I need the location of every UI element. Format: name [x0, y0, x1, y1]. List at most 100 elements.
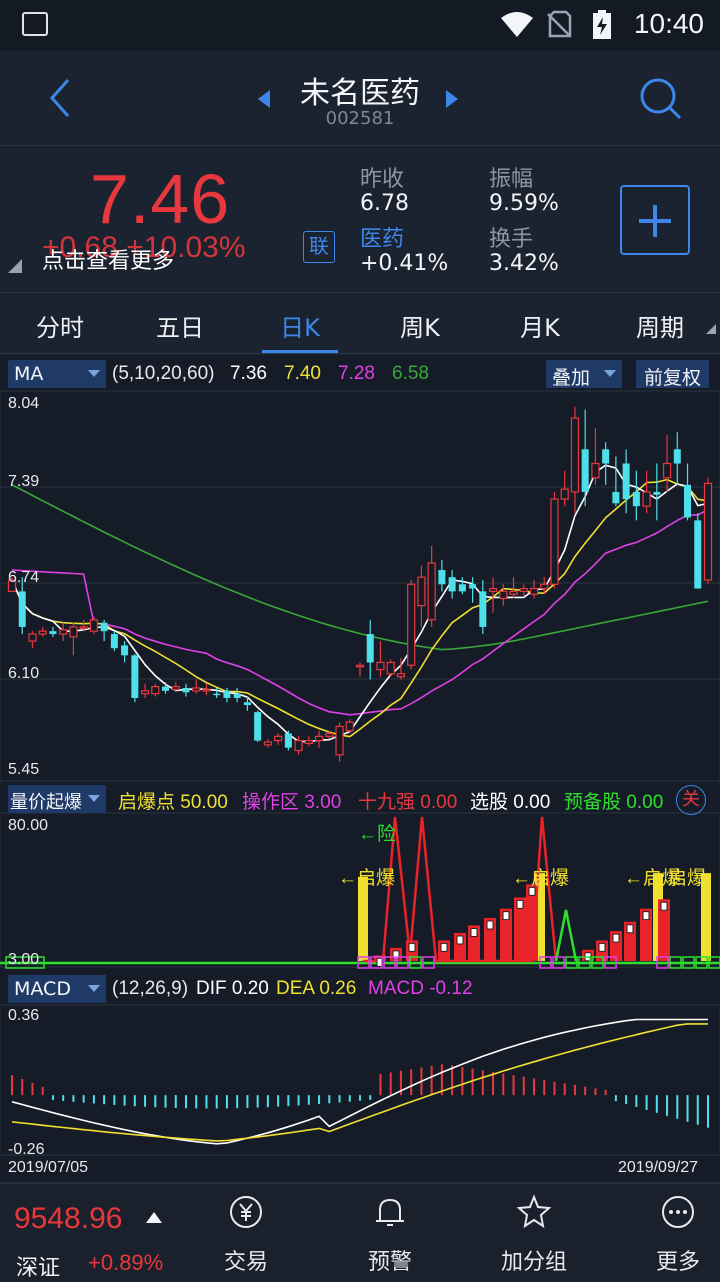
nav-trade[interactable]: 交易 — [196, 1194, 296, 1276]
candle-body — [314, 735, 324, 742]
date-start: 2019/07/05 — [8, 1159, 89, 1176]
operation-marker — [456, 935, 464, 945]
candle-body — [591, 462, 600, 479]
candle-body — [110, 634, 118, 649]
candle-body — [345, 721, 354, 732]
ind-k5: 预备股 0.00 — [564, 792, 664, 813]
chart-area[interactable]: MA (5,10,20,60) 7.36 7.40 7.28 6.58 叠加 前… — [0, 355, 720, 1181]
candle-body — [304, 739, 313, 745]
tab-monthly-k[interactable]: 月K — [480, 308, 600, 343]
next-stock-button[interactable] — [446, 90, 458, 108]
candle-body — [602, 449, 610, 464]
tab-weekly-k[interactable]: 周K — [360, 308, 480, 343]
ma-params: (5,10,20,60) — [112, 363, 215, 384]
active-tab-indicator — [262, 350, 338, 353]
dea-line — [11, 1023, 708, 1142]
index-name[interactable]: 深证 — [16, 1250, 60, 1282]
candle-body — [335, 725, 344, 756]
nav-add-group[interactable]: 加分组 — [484, 1194, 584, 1276]
index-value[interactable]: 9548.96 — [14, 1202, 122, 1236]
operation-marker — [626, 924, 634, 934]
candle-body — [254, 712, 262, 741]
candle-body — [151, 685, 160, 695]
operation-marker — [440, 942, 448, 952]
overlay-dropdown[interactable]: 叠加 — [546, 360, 622, 389]
annotation-breakout-1: ←启爆 — [338, 868, 396, 889]
tab-five-day[interactable]: 五日 — [120, 308, 240, 343]
ma5-line — [11, 464, 709, 743]
y-tick-3: 6.10 — [8, 665, 40, 682]
ma-indicator-dropdown[interactable]: MA — [8, 360, 106, 388]
star-icon — [516, 1194, 552, 1229]
macd-indicator-dropdown[interactable]: MACD — [8, 975, 106, 1003]
reserve-line — [554, 909, 578, 962]
search-icon — [640, 78, 682, 120]
operation-marker — [502, 911, 510, 921]
tab-daily-k[interactable]: 日K — [240, 308, 360, 343]
tab-intraday[interactable]: 分时 — [0, 308, 120, 343]
candle-body — [529, 587, 539, 595]
ma20-line — [11, 508, 709, 716]
candle-body — [519, 587, 528, 592]
bottom-bar: 9548.96 深证 +0.89% 交易 预警 加分组 更多 — [0, 1183, 720, 1282]
candle-body — [612, 491, 620, 504]
operation-marker — [612, 933, 620, 943]
candle-body — [121, 645, 129, 656]
ma10-line — [11, 478, 709, 738]
candle-body — [407, 583, 416, 666]
close-indicator-button[interactable]: 关 — [676, 785, 706, 815]
ind-y-bottom: 3.00 — [8, 951, 40, 968]
search-button[interactable] — [636, 74, 684, 122]
candle-body — [79, 626, 88, 630]
candle-body — [243, 702, 251, 706]
macd-y-bottom: -0.26 — [8, 1141, 45, 1158]
candle-body — [182, 688, 190, 693]
candle-body — [662, 462, 672, 479]
candle-body — [694, 520, 702, 589]
add-watchlist-button[interactable] — [620, 185, 690, 255]
ind-k3: 十九强 0.00 — [358, 792, 458, 813]
annotation-breakout-4: 启爆 — [668, 868, 707, 889]
candle-body — [69, 626, 78, 638]
kline-chart[interactable] — [0, 355, 720, 1181]
candle-body — [499, 590, 508, 600]
candle-body — [28, 633, 37, 642]
volume-indicator-dropdown[interactable]: 量价起爆 — [8, 785, 106, 813]
candle-body — [162, 686, 170, 691]
candle-body — [703, 482, 713, 581]
nav-more[interactable]: 更多 — [628, 1194, 720, 1276]
view-more-tip[interactable]: 点击查看更多 — [42, 243, 174, 275]
candle-body — [479, 591, 487, 627]
candle-body — [653, 491, 661, 495]
wifi-icon — [500, 10, 533, 38]
nav-alert[interactable]: 预警 — [340, 1194, 440, 1276]
clock: 10:40 — [633, 8, 704, 39]
candle-body — [202, 688, 211, 692]
quote-panel[interactable]: 7.46 +0.68 +10.03% 点击查看更多 联 昨收 6.78 振幅 9… — [0, 147, 720, 293]
candle-body — [469, 584, 477, 589]
trade-icon — [230, 1196, 262, 1228]
candle-body — [509, 590, 518, 595]
candle-body — [622, 463, 630, 500]
tab-period[interactable]: 周期 — [600, 308, 720, 343]
linked-button[interactable]: 联 — [303, 231, 335, 263]
candle-body — [131, 655, 139, 698]
image-notification-icon — [22, 12, 48, 36]
adjust-button[interactable]: 前复权 — [636, 360, 710, 389]
candle-body — [438, 570, 446, 585]
candle-body — [355, 664, 365, 668]
bell-icon — [376, 1198, 404, 1226]
ma60-value: 6.58 — [392, 363, 429, 384]
candle-body — [18, 591, 26, 627]
candle-body — [233, 693, 241, 698]
candle-body — [274, 735, 283, 742]
period-dropdown-icon — [706, 324, 716, 334]
y-tick-4: 5.45 — [8, 761, 40, 778]
status-bar: 10:40 — [0, 0, 720, 50]
sector-field[interactable]: 医药 +0.41% — [360, 221, 448, 281]
candle-body — [263, 741, 272, 746]
candle-body — [570, 417, 580, 493]
candle-body — [581, 449, 589, 492]
operation-marker — [516, 899, 524, 909]
ind-k1: 启爆点 50.00 — [118, 792, 228, 813]
